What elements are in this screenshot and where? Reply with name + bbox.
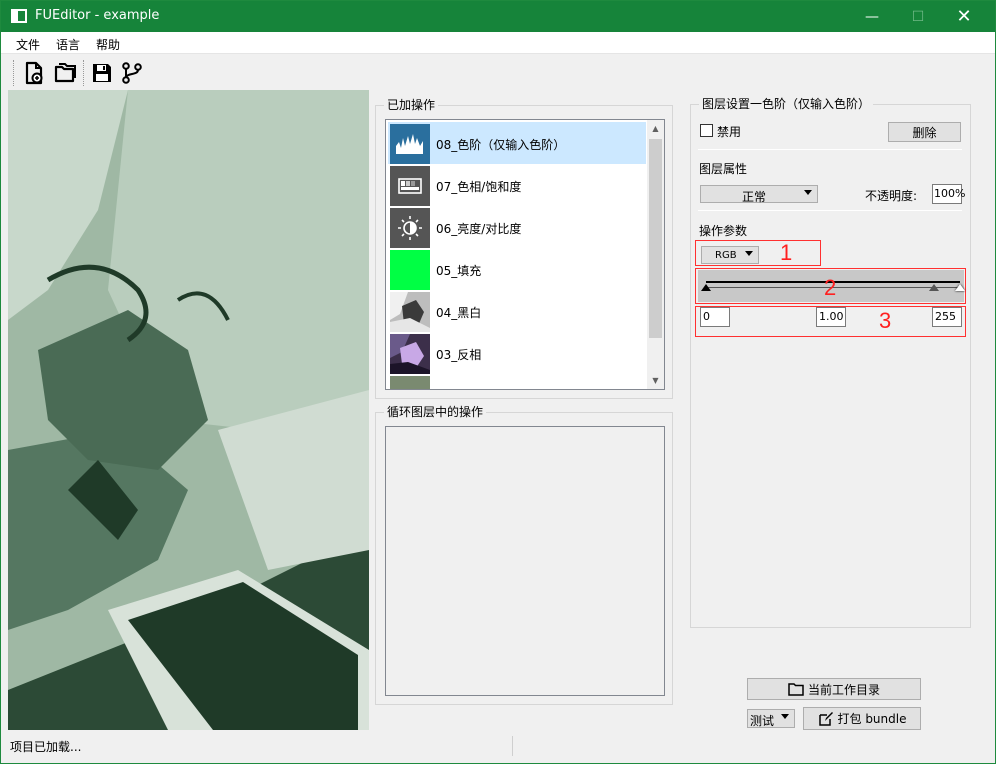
scroll-up-icon[interactable]: ▲ (647, 120, 664, 137)
list-item-label: 08_色阶（仅输入色阶） (436, 138, 566, 152)
fill-icon (390, 250, 430, 290)
toolbar (1, 55, 995, 90)
chevron-down-icon (804, 190, 812, 195)
list-item-label: 04_黑白 (436, 306, 482, 320)
disable-label: 禁用 (717, 125, 742, 139)
list-item[interactable]: 05_填充 (388, 248, 646, 290)
gamma-handle[interactable] (929, 284, 939, 291)
folder-icon (788, 683, 804, 696)
layer-settings-group: 图层设置一色阶（仅输入色阶） (690, 97, 971, 628)
list-item-label: 06_亮度/对比度 (436, 222, 522, 236)
channel-select[interactable]: RGB (701, 246, 759, 264)
list-item[interactable]: 04_黑白 (388, 290, 646, 332)
operations-group-title: 已加操作 (384, 98, 439, 112)
list-item[interactable]: 07_色相/饱和度 (388, 164, 646, 206)
status-separator (512, 736, 513, 756)
blend-mode-value: 正常 (742, 190, 767, 204)
black-white-thumbnail (390, 292, 430, 332)
working-directory-button[interactable]: 当前工作目录 (747, 678, 921, 700)
annotation-number-3: 3 (879, 308, 892, 333)
app-icon (11, 9, 27, 23)
loop-operations-list[interactable] (385, 426, 665, 696)
layer-settings-title: 图层设置一色阶（仅输入色阶） (699, 97, 874, 111)
divider (698, 210, 962, 211)
mode-select[interactable]: 测试 (747, 709, 795, 728)
input-white-field[interactable]: 255 (932, 307, 962, 327)
edit-icon (818, 711, 833, 726)
toolbar-grip[interactable] (13, 60, 16, 86)
working-directory-label: 当前工作目录 (807, 682, 880, 697)
scroll-thumb[interactable] (649, 139, 662, 338)
list-item[interactable]: 06_亮度/对比度 (388, 206, 646, 248)
white-point-handle[interactable] (955, 284, 965, 291)
divider (698, 149, 962, 150)
scroll-down-icon[interactable]: ▼ (647, 372, 664, 389)
black-point-handle[interactable] (701, 284, 711, 291)
app-window: FUEditor - example — ☐ ✕ 文件 语言 帮助 已加操作 0… (0, 0, 996, 764)
chevron-down-icon (745, 251, 753, 256)
opacity-input[interactable]: 100% (932, 184, 965, 204)
channel-value: RGB (715, 250, 737, 261)
new-file-icon[interactable] (20, 59, 48, 87)
status-bar: 项目已加载... (1, 732, 995, 763)
loop-group-title: 循环图层中的操作 (384, 405, 487, 419)
list-item[interactable]: 03_反相 (388, 332, 646, 374)
blend-mode-select[interactable]: 正常 (700, 185, 818, 204)
levels-icon (390, 124, 430, 164)
layer-properties-title: 图层属性 (699, 162, 748, 176)
list-item-label: 07_色相/饱和度 (436, 180, 522, 194)
status-text: 项目已加载... (10, 740, 82, 754)
annotation-number-2: 2 (824, 275, 837, 300)
window-title: FUEditor - example (35, 8, 160, 23)
disable-checkbox[interactable] (700, 124, 713, 137)
mode-value: 测试 (750, 714, 775, 728)
title-bar: FUEditor - example — ☐ ✕ (1, 1, 995, 32)
open-folder-icon[interactable] (51, 59, 79, 87)
maximize-button[interactable]: ☐ (895, 1, 941, 32)
close-button[interactable]: ✕ (941, 1, 987, 32)
brightness-icon (390, 208, 430, 248)
menu-language[interactable]: 语言 (56, 36, 80, 53)
preview-photo (8, 90, 369, 730)
branch-icon[interactable] (118, 59, 146, 87)
toolbar-separator (83, 60, 86, 86)
annotation-number-1: 1 (780, 240, 793, 265)
delete-button[interactable]: 删除 (888, 122, 961, 142)
chevron-down-icon (781, 714, 789, 719)
operations-list[interactable]: 08_色阶（仅输入色阶） 07_色相/饱和度 06_亮度/对比度 05_填充 0… (385, 119, 665, 390)
list-item-label: 03_反相 (436, 348, 482, 362)
opacity-label: 不透明度: (865, 189, 918, 203)
minimize-button[interactable]: — (849, 1, 895, 32)
list-item[interactable]: 08_色阶（仅输入色阶） (388, 122, 646, 164)
invert-thumbnail (390, 334, 430, 374)
menu-bar: 文件 语言 帮助 (1, 32, 995, 54)
list-item[interactable] (388, 374, 646, 389)
bundle-button-label: 打包 bundle (837, 712, 907, 726)
operations-scrollbar[interactable]: ▲ ▼ (647, 120, 664, 389)
list-thumbnail (390, 376, 430, 389)
menu-help[interactable]: 帮助 (96, 36, 120, 53)
save-icon[interactable] (88, 59, 116, 87)
operation-params-title: 操作参数 (699, 224, 748, 238)
image-preview (8, 90, 369, 730)
input-black-field[interactable]: 0 (700, 307, 730, 327)
input-gamma-field[interactable]: 1.00 (816, 307, 846, 327)
menu-file[interactable]: 文件 (16, 36, 40, 53)
list-item-label: 05_填充 (436, 264, 482, 278)
bundle-button[interactable]: 打包 bundle (803, 707, 921, 730)
hue-saturation-icon (390, 166, 430, 206)
